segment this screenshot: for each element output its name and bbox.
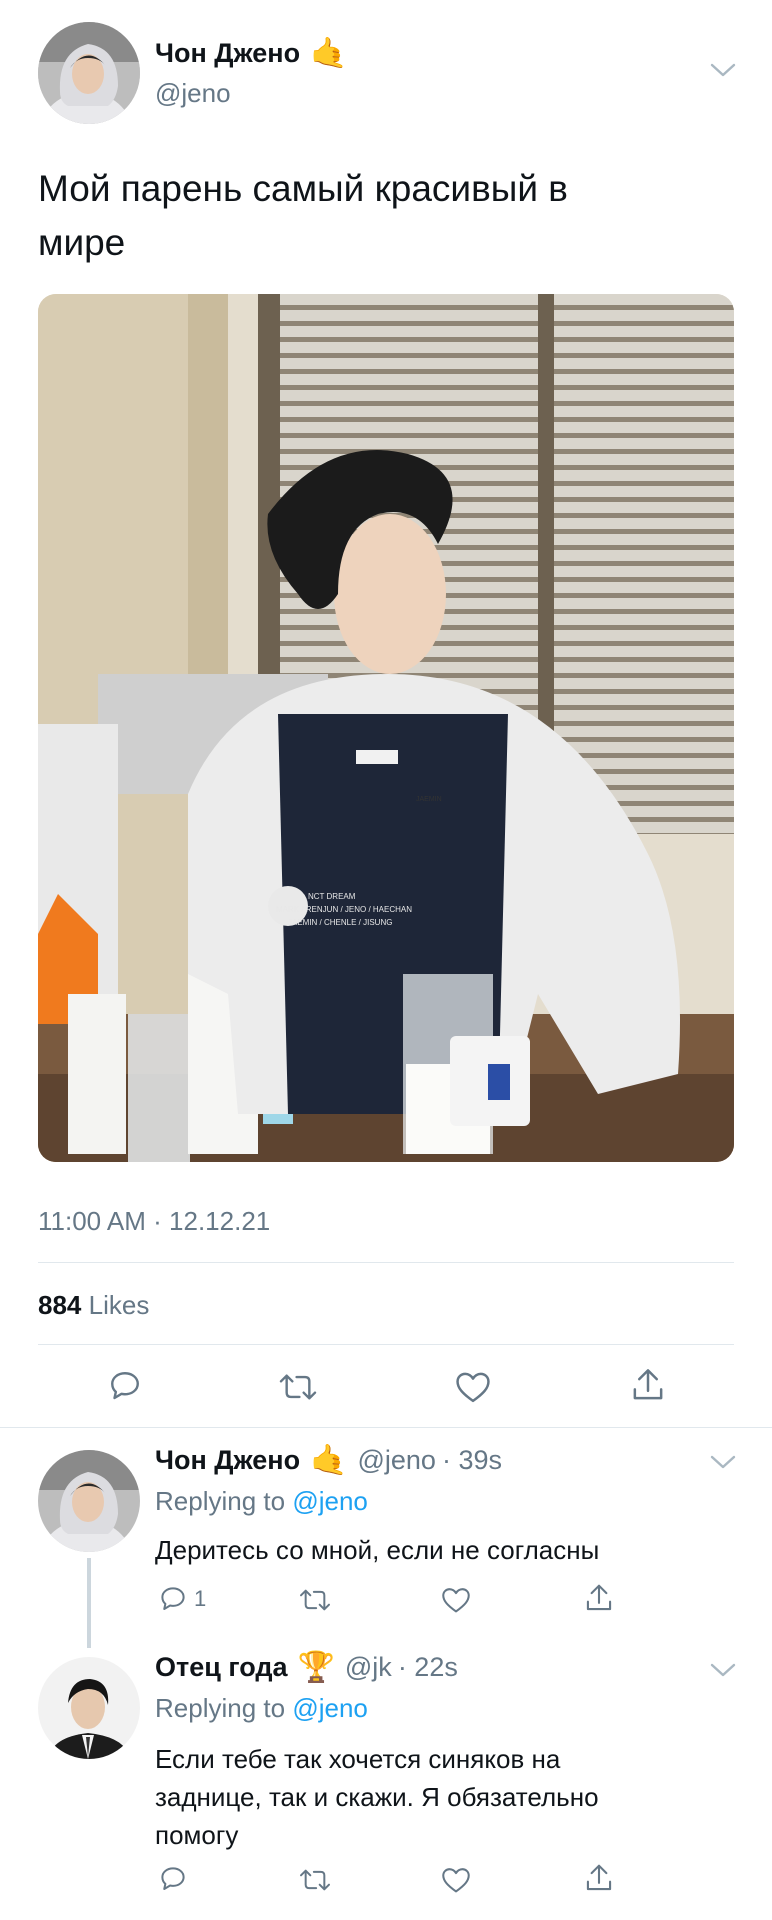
reply-avatar[interactable] bbox=[38, 1657, 140, 1759]
apron-print-line: NCT DREAM bbox=[308, 892, 356, 901]
replying-to-handle[interactable]: @jeno bbox=[292, 1693, 368, 1723]
chevron-down-icon[interactable] bbox=[710, 62, 736, 78]
tweet-timestamp: 11:00 AM · 12.12.21 bbox=[38, 1206, 271, 1236]
tweet-photo[interactable]: JAEMIN NCT DREAM MARK / RENJUN / JENO / … bbox=[38, 294, 734, 1162]
chevron-down-icon[interactable] bbox=[710, 1454, 736, 1470]
replying-to-label: Replying to bbox=[155, 1486, 286, 1516]
reply-text-line: Если тебе так хочется синяков на bbox=[155, 1744, 561, 1774]
main-avatar[interactable] bbox=[38, 22, 140, 124]
likes-stat[interactable]: 884 Likes bbox=[38, 1290, 149, 1321]
apron-print-line: JAEMIN / CHENLE / JISUNG bbox=[288, 918, 393, 927]
replying-to-handle[interactable]: @jeno bbox=[292, 1486, 368, 1516]
reply-icon[interactable] bbox=[107, 1368, 143, 1404]
reply-icon[interactable] bbox=[158, 1584, 188, 1614]
replying-to: Replying to @jeno bbox=[155, 1693, 368, 1724]
reply-icon[interactable] bbox=[158, 1864, 188, 1894]
call-me-hand-emoji: 🤙 bbox=[310, 1443, 348, 1477]
share-icon[interactable] bbox=[584, 1582, 614, 1614]
retweet-icon[interactable] bbox=[298, 1586, 332, 1614]
likes-label: Likes bbox=[88, 1290, 150, 1320]
divider bbox=[38, 1262, 734, 1263]
likes-count: 884 bbox=[38, 1290, 82, 1320]
call-me-hand-emoji: 🤙 bbox=[310, 36, 348, 70]
reply-time: · 39s bbox=[441, 1445, 502, 1475]
replying-to: Replying to @jeno bbox=[155, 1486, 368, 1517]
reply-author-handle[interactable]: @jk bbox=[345, 1652, 392, 1683]
like-icon[interactable] bbox=[440, 1586, 472, 1614]
share-icon[interactable] bbox=[630, 1366, 666, 1404]
share-icon[interactable] bbox=[584, 1862, 614, 1894]
like-icon[interactable] bbox=[454, 1370, 492, 1404]
divider bbox=[0, 1427, 772, 1428]
reply-author-handle[interactable]: @jeno bbox=[357, 1445, 435, 1476]
like-icon[interactable] bbox=[440, 1866, 472, 1894]
trophy-emoji: 🏆 bbox=[297, 1650, 335, 1684]
thread-line bbox=[87, 1558, 91, 1648]
main-author-handle[interactable]: @jeno bbox=[155, 78, 231, 109]
main-tweet-text-line: мире bbox=[38, 222, 126, 263]
replying-to-label: Replying to bbox=[155, 1693, 286, 1723]
apron-print-line: MARK / RENJUN / JENO / HAECHAN bbox=[276, 905, 413, 914]
retweet-icon[interactable] bbox=[298, 1866, 332, 1894]
main-tweet-text: Мой парень самый красивый в мире bbox=[38, 162, 568, 270]
retweet-icon[interactable] bbox=[278, 1370, 318, 1404]
reply-avatar[interactable] bbox=[38, 1450, 140, 1552]
chevron-down-icon[interactable] bbox=[710, 1662, 736, 1678]
main-author-name[interactable]: Чон Джено bbox=[155, 38, 300, 69]
reply-text-line: помогу bbox=[155, 1820, 239, 1850]
reply-author-name[interactable]: Чон Джено bbox=[155, 1445, 300, 1476]
reply-author-name[interactable]: Отец года bbox=[155, 1652, 288, 1683]
main-tweet-text-line: Мой парень самый красивый в bbox=[38, 168, 568, 209]
reply-text: Деритесь со мной, если не согласны bbox=[155, 1535, 600, 1565]
apron-print: NCT DREAM MARK / RENJUN / JENO / HAECHAN… bbox=[276, 890, 412, 929]
divider bbox=[38, 1344, 734, 1345]
reply-count: 1 bbox=[194, 1586, 207, 1611]
reply-text-line: заднице, так и скажи. Я обязательно bbox=[155, 1782, 599, 1812]
reply-time: · 22s bbox=[397, 1652, 458, 1682]
reply-text: Если тебе так хочется синяков на заднице… bbox=[155, 1740, 599, 1854]
reply-action[interactable]: 1 bbox=[158, 1584, 206, 1614]
name-tag: JAEMIN bbox=[416, 796, 442, 803]
